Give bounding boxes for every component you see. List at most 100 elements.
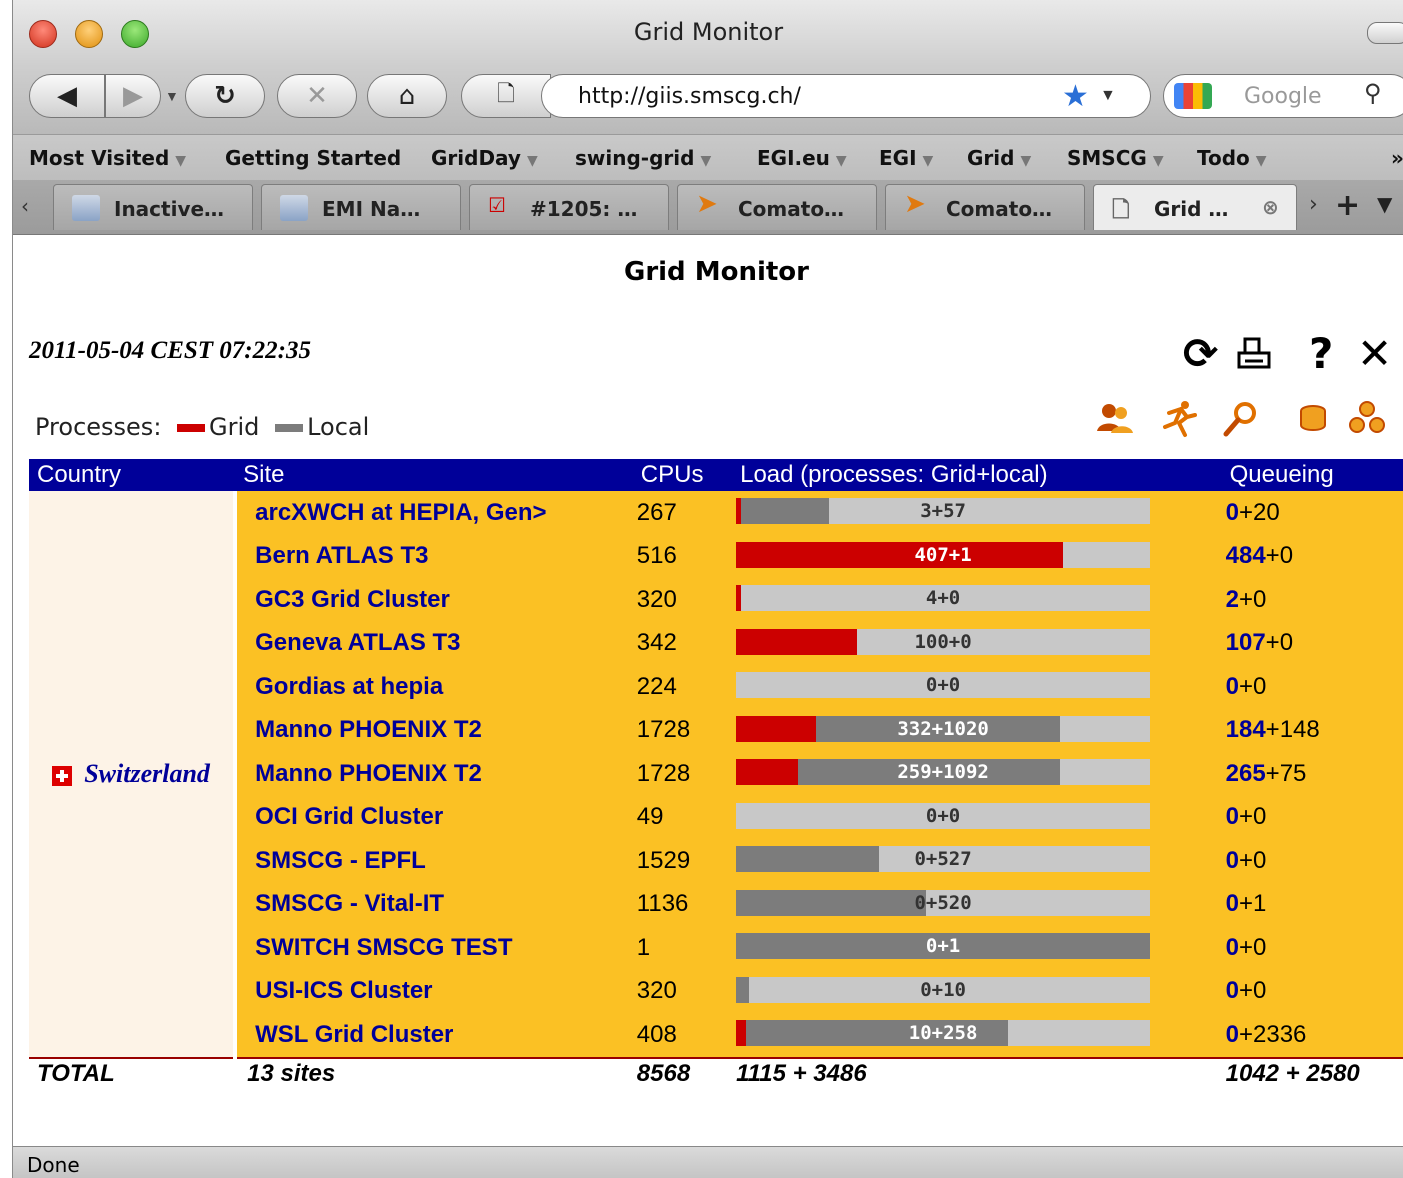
tabs-scroll-right-icon[interactable]: › bbox=[1309, 192, 1318, 217]
queue-grid-link[interactable]: 0 bbox=[1226, 499, 1239, 526]
url-bar[interactable]: http://giis.smscg.ch/ ★ ▼ bbox=[541, 74, 1151, 118]
refresh-icon[interactable]: ⟳ bbox=[1183, 329, 1218, 378]
tab-inactive[interactable]: Inactive… bbox=[53, 184, 253, 230]
bookmark-gridday[interactable]: GridDay ▼ bbox=[431, 146, 538, 170]
bookmark-smscg[interactable]: SMSCG ▼ bbox=[1067, 146, 1164, 170]
load-cell[interactable]: 10+258 bbox=[732, 1013, 1222, 1058]
queue-cell[interactable]: 0+20 bbox=[1221, 491, 1403, 535]
load-cell[interactable]: 100+0 bbox=[732, 621, 1222, 665]
load-cell[interactable]: 0+0 bbox=[732, 795, 1222, 839]
load-bar[interactable]: 259+1092 bbox=[736, 759, 1151, 785]
google-engine-icon[interactable] bbox=[1174, 83, 1212, 109]
queue-cell[interactable]: 484+0 bbox=[1221, 534, 1403, 578]
queue-cell[interactable]: 265+75 bbox=[1221, 752, 1403, 796]
bookmark-grid[interactable]: Grid ▼ bbox=[967, 146, 1031, 170]
toolbar-toggle-button[interactable] bbox=[1367, 22, 1403, 44]
queue-grid-link[interactable]: 0 bbox=[1226, 890, 1239, 917]
tabs-scroll-left-icon[interactable]: ‹ bbox=[21, 194, 29, 218]
site-link[interactable]: SMSCG - EPFL bbox=[235, 839, 633, 883]
bookmarks-overflow-icon[interactable]: » bbox=[1391, 146, 1403, 170]
page-icon-button[interactable]: 🗋 bbox=[461, 74, 551, 118]
users-icon[interactable] bbox=[1095, 399, 1135, 439]
queue-grid-link[interactable]: 0 bbox=[1226, 803, 1239, 830]
country-cell[interactable]: Switzerland bbox=[29, 491, 238, 1058]
tab-comato-1[interactable]: ➤ Comato… bbox=[677, 184, 877, 230]
load-bar[interactable]: 0+10 bbox=[736, 976, 1151, 1003]
queue-cell[interactable]: 0+2336 bbox=[1221, 1013, 1403, 1058]
queue-grid-link[interactable]: 107 bbox=[1226, 629, 1266, 656]
close-tab-icon[interactable]: ⊗ bbox=[1262, 195, 1279, 219]
site-link[interactable]: Bern ATLAS T3 bbox=[235, 534, 633, 578]
url-dropdown-icon[interactable]: ▼ bbox=[1100, 87, 1116, 105]
magnifier-icon[interactable]: ⚲ bbox=[1364, 79, 1382, 108]
site-link[interactable]: GC3 Grid Cluster bbox=[235, 578, 633, 622]
queue-grid-link[interactable]: 0 bbox=[1226, 1021, 1239, 1048]
home-button[interactable]: ⌂ bbox=[367, 74, 447, 118]
search-box[interactable]: Google ⚲ bbox=[1163, 74, 1403, 118]
bookmark-egi[interactable]: EGI ▼ bbox=[879, 146, 933, 170]
load-bar[interactable]: 332+1020 bbox=[736, 715, 1151, 742]
load-bar[interactable]: 407+1 bbox=[736, 541, 1151, 568]
new-tab-icon[interactable]: + bbox=[1335, 188, 1360, 223]
bookmark-star-icon[interactable]: ★ bbox=[1062, 79, 1089, 114]
cluster-icon[interactable] bbox=[1347, 399, 1387, 439]
tab-list-icon[interactable]: ▼ bbox=[1377, 192, 1392, 216]
queue-grid-link[interactable]: 0 bbox=[1226, 673, 1239, 700]
tab-emi[interactable]: EMI Na… bbox=[261, 184, 461, 230]
bookmark-swing-grid[interactable]: swing-grid ▼ bbox=[575, 146, 711, 170]
tab-comato-2[interactable]: ➤ Comato… bbox=[885, 184, 1085, 230]
load-cell[interactable]: 0+10 bbox=[732, 969, 1222, 1013]
back-button[interactable]: ◀ bbox=[29, 74, 105, 118]
load-cell[interactable]: 332+1020 bbox=[732, 708, 1222, 752]
header-site[interactable]: Site bbox=[235, 459, 633, 491]
load-bar[interactable]: 0+527 bbox=[736, 846, 1151, 872]
bookmark-getting-started[interactable]: Getting Started bbox=[225, 146, 401, 170]
header-queue[interactable]: Queueing bbox=[1221, 459, 1403, 491]
load-bar[interactable]: 3+57 bbox=[736, 498, 1151, 524]
url-text[interactable]: http://giis.smscg.ch/ bbox=[578, 84, 801, 109]
load-bar[interactable]: 0+1 bbox=[736, 933, 1151, 959]
site-link[interactable]: USI-ICS Cluster bbox=[235, 969, 633, 1013]
load-cell[interactable]: 259+1092 bbox=[732, 752, 1222, 796]
bookmark-egi-eu[interactable]: EGI.eu ▼ bbox=[757, 146, 847, 170]
site-link[interactable]: arcXWCH at HEPIA, Gen> bbox=[235, 491, 633, 535]
queue-grid-link[interactable]: 484 bbox=[1226, 542, 1266, 569]
history-dropdown-icon[interactable]: ▼ bbox=[165, 88, 179, 104]
bookmark-most-visited[interactable]: Most Visited ▼ bbox=[29, 146, 186, 170]
country-name[interactable]: Switzerland bbox=[84, 759, 210, 788]
queue-grid-link[interactable]: 0 bbox=[1226, 934, 1239, 961]
queue-grid-link[interactable]: 184 bbox=[1226, 716, 1266, 743]
database-icon[interactable] bbox=[1293, 399, 1333, 439]
queue-cell[interactable]: 184+148 bbox=[1221, 708, 1403, 752]
queue-cell[interactable]: 0+0 bbox=[1221, 665, 1403, 709]
load-cell[interactable]: 0+527 bbox=[732, 839, 1222, 883]
load-cell[interactable]: 0+0 bbox=[732, 665, 1222, 709]
load-bar[interactable]: 4+0 bbox=[736, 585, 1151, 611]
load-bar[interactable]: 10+258 bbox=[736, 1020, 1151, 1046]
tab-grid-monitor[interactable]: 🗋 Grid … ⊗ bbox=[1093, 184, 1297, 230]
load-cell[interactable]: 407+1 bbox=[732, 534, 1222, 578]
queue-grid-link[interactable]: 265 bbox=[1226, 760, 1266, 787]
tab-ticket-1205[interactable]: ☑ #1205: … bbox=[469, 184, 669, 230]
queue-grid-link[interactable]: 2 bbox=[1226, 586, 1239, 613]
site-link[interactable]: Geneva ATLAS T3 bbox=[235, 621, 633, 665]
bookmark-todo[interactable]: Todo ▼ bbox=[1197, 146, 1267, 170]
header-cpus[interactable]: CPUs bbox=[632, 459, 733, 491]
site-link[interactable]: Manno PHOENIX T2 bbox=[235, 708, 633, 752]
site-link[interactable]: WSL Grid Cluster bbox=[235, 1013, 633, 1058]
help-icon[interactable]: ? bbox=[1309, 329, 1333, 378]
close-icon[interactable]: ✕ bbox=[1357, 329, 1392, 378]
load-bar[interactable]: 0+0 bbox=[736, 672, 1151, 698]
load-bar[interactable]: 0+0 bbox=[736, 802, 1151, 829]
queue-cell[interactable]: 0+0 bbox=[1221, 795, 1403, 839]
load-bar[interactable]: 0+520 bbox=[736, 889, 1151, 916]
load-cell[interactable]: 4+0 bbox=[732, 578, 1222, 622]
header-country[interactable]: Country bbox=[29, 459, 236, 491]
queue-cell[interactable]: 2+0 bbox=[1221, 578, 1403, 622]
queue-cell[interactable]: 107+0 bbox=[1221, 621, 1403, 665]
site-link[interactable]: SWITCH SMSCG TEST bbox=[235, 926, 633, 970]
site-link[interactable]: Gordias at hepia bbox=[235, 665, 633, 709]
queue-cell[interactable]: 0+1 bbox=[1221, 882, 1403, 926]
queue-grid-link[interactable]: 0 bbox=[1226, 977, 1239, 1004]
forward-button[interactable]: ▶ bbox=[105, 74, 161, 118]
